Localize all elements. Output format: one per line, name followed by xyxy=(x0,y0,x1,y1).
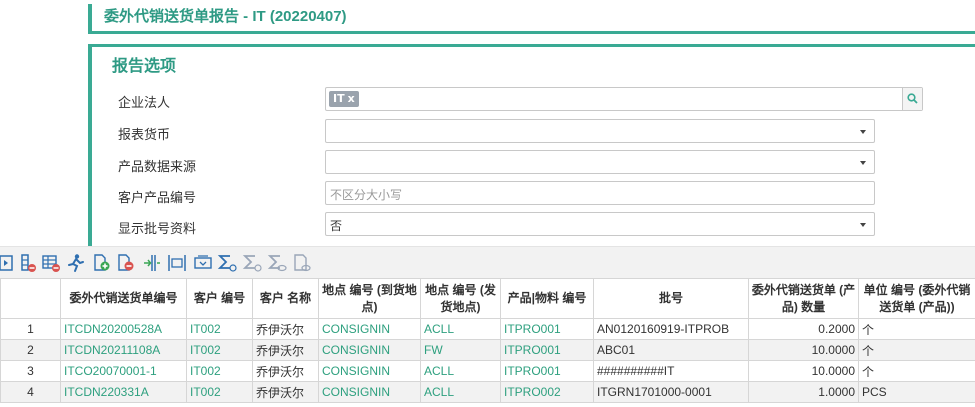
arrival-location-link[interactable]: CONSIGNIN xyxy=(318,360,421,382)
dn-number-link[interactable]: ITCDN20200528A xyxy=(60,318,187,340)
sum-icon[interactable] xyxy=(217,253,237,273)
column-header-dn-number[interactable]: 委外代销送货单编号 xyxy=(60,278,187,319)
arrival-location-link[interactable]: CONSIGNIN xyxy=(318,318,421,340)
column-header-customer-no[interactable]: 客户 编号 xyxy=(186,278,253,319)
quantity-cell: 10.0000 xyxy=(748,360,859,382)
batch-no-cell: ITGRN1701000-0001 xyxy=(593,381,749,403)
company-label: 企业法人 xyxy=(118,96,171,111)
table-row[interactable]: 3 ITCO20070001-1 IT002 乔伊沃尔 CONSIGNIN AC… xyxy=(0,360,975,382)
chevron-down-icon xyxy=(860,223,866,227)
table-row[interactable]: 2 ITCDN20211108A IT002 乔伊沃尔 CONSIGNIN FW… xyxy=(0,339,975,361)
customer-product-no-placeholder: 不区分大小写 xyxy=(330,188,403,202)
column-header-ship-location[interactable]: 地点 编号 (发货地点) xyxy=(420,278,501,319)
customer-product-no-input[interactable]: 不区分大小写 xyxy=(325,181,875,205)
ship-location-link[interactable]: ACLL xyxy=(420,318,501,340)
column-header-batch-no[interactable]: 批号 xyxy=(593,278,749,319)
dn-number-link[interactable]: ITCO20070001-1 xyxy=(60,360,187,382)
unit-cell: 个 xyxy=(858,339,975,361)
row-number: 3 xyxy=(0,360,61,382)
unit-cell: 个 xyxy=(858,360,975,382)
arrival-location-link[interactable]: CONSIGNIN xyxy=(318,339,421,361)
chevron-down-icon xyxy=(860,161,866,165)
fit-columns-icon[interactable] xyxy=(167,253,187,273)
group-columns-icon[interactable] xyxy=(193,253,213,273)
company-field[interactable]: IT x xyxy=(325,87,923,111)
customer-name-cell: 乔伊沃尔 xyxy=(252,381,319,403)
remove-tag-icon[interactable]: x xyxy=(348,92,355,105)
dn-number-link[interactable]: ITCDN20211108A xyxy=(60,339,187,361)
column-header-quantity[interactable]: 委外代销送货单 (产品) 数量 xyxy=(748,278,859,319)
quantity-cell: 10.0000 xyxy=(748,339,859,361)
show-batch-select[interactable]: 否 xyxy=(325,212,875,236)
sum-disabled-icon[interactable] xyxy=(242,253,262,273)
batch-no-cell: ##########IT xyxy=(593,360,749,382)
options-header: 报告选项 xyxy=(112,58,177,75)
product-source-label: 产品数据来源 xyxy=(118,160,197,175)
grid-toolbar xyxy=(0,246,975,278)
table-row[interactable]: 4 ITCDN220331A IT002 乔伊沃尔 CONSIGNIN ACLL… xyxy=(0,381,975,403)
row-number: 2 xyxy=(0,339,61,361)
toggle-panel-icon[interactable] xyxy=(0,253,18,273)
remove-document-icon[interactable] xyxy=(116,253,136,273)
customer-name-cell: 乔伊沃尔 xyxy=(252,360,319,382)
customer-no-link[interactable]: IT002 xyxy=(186,318,253,340)
column-header-product-no[interactable]: 产品|物料 编号 xyxy=(500,278,594,319)
search-icon xyxy=(907,93,918,104)
ship-location-link[interactable]: ACLL xyxy=(420,360,501,382)
grid-settings-icon[interactable] xyxy=(41,253,61,273)
batch-no-cell: ABC01 xyxy=(593,339,749,361)
quantity-cell: 1.0000 xyxy=(748,381,859,403)
column-header-arrival-location[interactable]: 地点 编号 (到货地点) xyxy=(318,278,421,319)
row-number: 1 xyxy=(0,318,61,340)
run-report-icon[interactable] xyxy=(66,253,86,273)
search-button[interactable] xyxy=(902,88,922,110)
view-settings-icon[interactable] xyxy=(292,253,312,273)
show-batch-value: 否 xyxy=(330,219,343,233)
grid-header-row: 委外代销送货单编号 客户 编号 客户 名称 地点 编号 (到货地点) 地点 编号… xyxy=(0,278,975,319)
column-header-rownum xyxy=(0,278,61,319)
product-no-link[interactable]: ITPRO002 xyxy=(500,381,594,403)
sum-view-icon[interactable] xyxy=(267,253,287,273)
split-column-icon[interactable] xyxy=(142,253,162,273)
ship-location-link[interactable]: FW xyxy=(420,339,501,361)
customer-name-cell: 乔伊沃尔 xyxy=(252,339,319,361)
customer-no-link[interactable]: IT002 xyxy=(186,360,253,382)
table-row[interactable]: 1 ITCDN20200528A IT002 乔伊沃尔 CONSIGNIN AC… xyxy=(0,318,975,340)
show-batch-label: 显示批号资料 xyxy=(118,222,197,237)
report-options-panel: 报告选项 企业法人 IT x 报表货币 产品数据来源 客户产品编号 不区分大小写 … xyxy=(88,44,975,246)
column-header-customer-name[interactable]: 客户 名称 xyxy=(252,278,319,319)
add-document-icon[interactable] xyxy=(92,253,112,273)
currency-select[interactable] xyxy=(325,119,875,143)
customer-no-link[interactable]: IT002 xyxy=(186,381,253,403)
batch-no-cell: AN0120160919-ITPROB xyxy=(593,318,749,340)
column-header-unit[interactable]: 单位 编号 (委外代销送货单 (产品)) xyxy=(858,278,975,319)
ship-location-link[interactable]: ACLL xyxy=(420,381,501,403)
company-tag[interactable]: IT x xyxy=(329,91,359,107)
dn-number-link[interactable]: ITCDN220331A xyxy=(60,381,187,403)
product-source-select[interactable] xyxy=(325,150,875,174)
customer-product-no-label: 客户产品编号 xyxy=(118,191,197,206)
product-no-link[interactable]: ITPRO001 xyxy=(500,339,594,361)
unit-cell: 个 xyxy=(858,318,975,340)
currency-label: 报表货币 xyxy=(118,128,171,143)
product-no-link[interactable]: ITPRO001 xyxy=(500,318,594,340)
unit-cell: PCS xyxy=(858,381,975,403)
customer-no-link[interactable]: IT002 xyxy=(186,339,253,361)
column-filter-icon[interactable] xyxy=(18,253,38,273)
customer-name-cell: 乔伊沃尔 xyxy=(252,318,319,340)
chevron-down-icon xyxy=(860,130,866,134)
arrival-location-link[interactable]: CONSIGNIN xyxy=(318,381,421,403)
product-no-link[interactable]: ITPRO001 xyxy=(500,360,594,382)
row-number: 4 xyxy=(0,381,61,403)
quantity-cell: 0.2000 xyxy=(748,318,859,340)
page-title: 委外代销送货单报告 - IT (20220407) xyxy=(88,4,975,34)
report-grid: 委外代销送货单编号 客户 编号 客户 名称 地点 编号 (到货地点) 地点 编号… xyxy=(0,278,975,403)
